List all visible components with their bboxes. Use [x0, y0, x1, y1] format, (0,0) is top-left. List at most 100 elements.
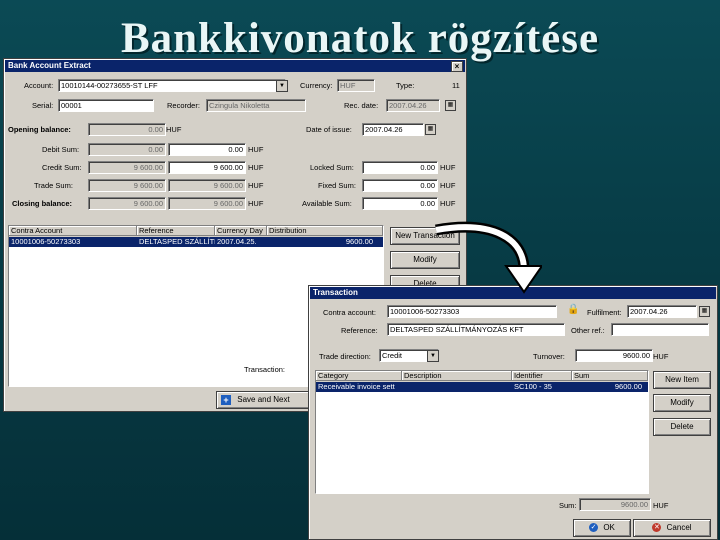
opening-balance-field: 0.00 — [88, 123, 166, 136]
new-item-button[interactable]: New Item — [653, 371, 711, 389]
cancel-button[interactable]: ✕ Cancel — [633, 519, 711, 537]
debit-unit: HUF — [248, 145, 264, 154]
trade-direction-label: Trade direction: — [319, 352, 371, 361]
rec-date-field: 2007.04.26 — [386, 99, 440, 112]
serial-label: Serial: — [32, 101, 54, 110]
transaction-title: Transaction — [313, 288, 358, 297]
closing-unit: HUF — [248, 199, 264, 208]
table-row[interactable]: Receivable invoice sett SC100 - 35 9600.… — [316, 382, 648, 392]
closing-balance-label: Closing balance: — [12, 199, 73, 208]
grid-column-header[interactable]: Description — [402, 371, 512, 381]
chevron-down-icon[interactable]: ▼ — [276, 80, 288, 92]
locked-sum-field[interactable]: 0.00 — [362, 161, 438, 174]
turnover-label: Turnover: — [533, 352, 565, 361]
reference-field[interactable]: DELTASPED SZÁLLÍTMÁNYOZÁS KFT — [387, 323, 565, 336]
rec-date-label: Rec. date: — [344, 101, 379, 110]
table-cell: 10001006-50273303 — [11, 237, 81, 246]
currency-label: Currency: — [300, 81, 333, 90]
locked-unit: HUF — [440, 163, 456, 172]
turnover-field[interactable]: 9600.00 — [575, 349, 653, 362]
contra-account-label: Contra account: — [323, 308, 376, 317]
fixed-sum-label: Fixed Sum: — [318, 181, 356, 190]
debit-sum-label: Debit Sum: — [42, 145, 80, 154]
recorder-label: Recorder: — [167, 101, 200, 110]
grid-column-header[interactable]: Contra Account — [9, 226, 137, 236]
trade-unit: HUF — [248, 181, 264, 190]
sum-field: 9600.00 — [579, 498, 651, 511]
cancel-label: Cancel — [666, 523, 692, 532]
transaction-label: Transaction: — [244, 365, 285, 374]
fixed-unit: HUF — [440, 181, 456, 190]
fixed-sum-field[interactable]: 0.00 — [362, 179, 438, 192]
other-ref-label: Other ref.: — [571, 326, 605, 335]
type-value: 11 — [452, 81, 460, 90]
currency-field: HUF — [337, 79, 375, 92]
table-cell: SC100 - 35 — [514, 382, 552, 391]
serial-field[interactable]: 00001 — [58, 99, 154, 112]
transaction-window: Transaction Contra account: 10001006-502… — [308, 285, 718, 540]
recorder-field: Czingula Nikoletta — [206, 99, 306, 112]
locked-sum-label: Locked Sum: — [310, 163, 354, 172]
slide-title: Bankkivonatok rögzítése — [120, 15, 600, 62]
delete-button[interactable]: Delete — [653, 418, 711, 436]
check-icon: ✓ — [589, 523, 599, 533]
sum-label: Sum: — [559, 501, 577, 510]
grid-column-header[interactable]: Identifier — [512, 371, 572, 381]
credit-unit: HUF — [248, 163, 264, 172]
credit-sum-field-2[interactable]: 9 600.00 — [168, 161, 246, 174]
credit-sum-field: 9 600.00 — [88, 161, 166, 174]
calendar-icon[interactable]: ▦ — [425, 124, 436, 135]
fulfilment-field[interactable]: 2007.04.26 — [627, 305, 697, 318]
fulfilment-label: Fulfilment: — [587, 308, 622, 317]
ok-button[interactable]: ✓ OK — [573, 519, 631, 537]
chevron-down-icon[interactable]: ▼ — [427, 350, 439, 362]
items-grid[interactable]: Category Description Identifier Sum Rece… — [315, 370, 649, 494]
save-and-next-label: Save and Next — [237, 395, 290, 404]
calendar-icon[interactable]: ▦ — [699, 306, 710, 317]
table-row[interactable]: 10001006-50273303 DELTASPED SZÁLLÍTMÁN 2… — [9, 237, 383, 247]
available-sum-label: Available Sum: — [302, 199, 352, 208]
available-unit: HUF — [440, 199, 456, 208]
table-cell: 9600.00 — [614, 382, 642, 391]
trade-sum-field: 9 600.00 — [88, 179, 166, 192]
save-and-next-button[interactable]: + Save and Next — [216, 391, 322, 409]
grid-header: Contra Account Reference Currency Day Di… — [9, 226, 383, 237]
table-cell: Receivable invoice sett — [318, 382, 395, 391]
curved-arrow-icon — [435, 221, 542, 294]
opening-balance-label: Opening balance: — [8, 125, 71, 134]
type-label: Type: — [396, 81, 415, 90]
debit-sum-field: 0.00 — [88, 143, 166, 156]
grid-column-header[interactable]: Distribution — [267, 226, 383, 236]
debit-sum-field-2[interactable]: 0.00 — [168, 143, 246, 156]
modify-button[interactable]: Modify — [653, 394, 711, 412]
ok-label: OK — [603, 523, 615, 532]
credit-sum-label: Credit Sum: — [42, 163, 82, 172]
cancel-icon: ✕ — [652, 523, 662, 533]
contra-account-field[interactable]: 10001006-50273303 — [387, 305, 557, 318]
other-ref-field[interactable] — [611, 323, 709, 336]
date-of-issue-field[interactable]: 2007.04.26 — [362, 123, 424, 136]
grid-column-header[interactable]: Sum — [572, 371, 648, 381]
turnover-unit: HUF — [653, 352, 669, 361]
trade-sum-label: Trade Sum: — [34, 181, 73, 190]
closing-balance-field: 9 600.00 — [88, 197, 166, 210]
table-cell: 9600.00 — [345, 237, 373, 246]
reference-label: Reference: — [341, 326, 378, 335]
calendar-icon[interactable]: ▦ — [445, 100, 456, 111]
grid-column-header[interactable]: Category — [316, 371, 402, 381]
account-label: Account: — [24, 81, 54, 90]
table-cell: 2007.04.25. — [217, 237, 257, 246]
sum-unit: HUF — [653, 501, 669, 510]
opening-unit: HUF — [166, 125, 182, 134]
trade-sum-field-2: 9 600.00 — [168, 179, 246, 192]
grid-column-header[interactable]: Currency Day — [215, 226, 267, 236]
plus-icon: + — [221, 394, 231, 405]
available-sum-field[interactable]: 0.00 — [362, 197, 438, 210]
table-cell: DELTASPED SZÁLLÍTMÁN — [139, 237, 215, 246]
grid-header: Category Description Identifier Sum — [316, 371, 648, 382]
closing-balance-field-2: 9 600.00 — [168, 197, 246, 210]
lock-icon[interactable]: 🔒 — [567, 304, 579, 315]
grid-column-header[interactable]: Reference — [137, 226, 215, 236]
date-of-issue-label: Date of issue: — [306, 125, 352, 134]
account-select[interactable]: 10010144-00273655-ST LFF — [58, 79, 286, 92]
